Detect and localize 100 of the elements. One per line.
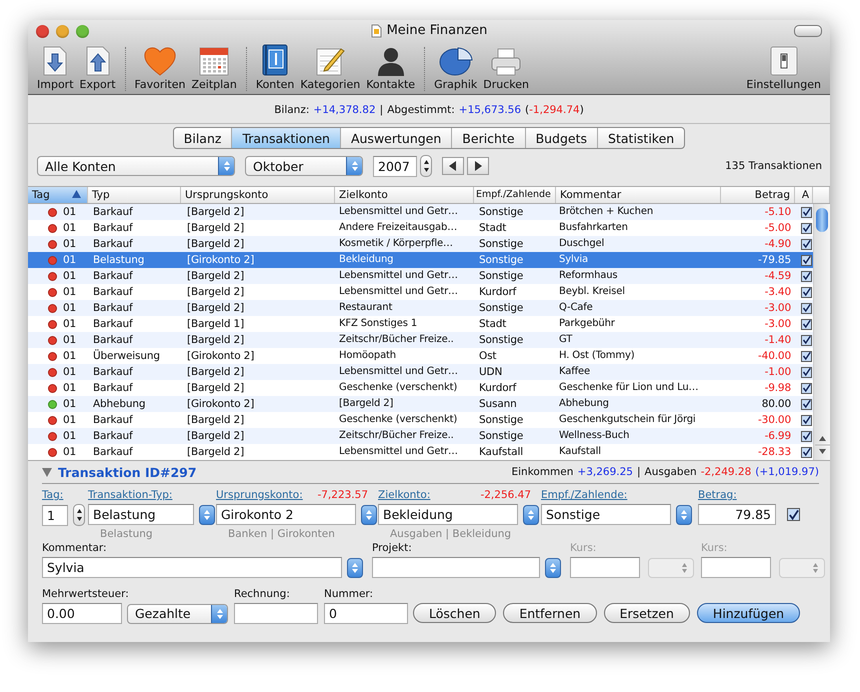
toolbar-toggle-button[interactable] [794, 25, 822, 37]
table-cell-text: [Bargeld 2] [186, 205, 246, 220]
toolbar-button[interactable]: Kategorien [297, 44, 364, 91]
checkbox[interactable] [801, 270, 812, 282]
project-field[interactable] [372, 557, 540, 578]
checkbox[interactable] [801, 254, 812, 266]
popup-arrows-button[interactable] [545, 558, 561, 578]
tab[interactable]: Budgets [524, 128, 598, 148]
payee-field[interactable]: Sonstige [541, 504, 671, 525]
column-header[interactable]: Kommentar [556, 187, 721, 203]
zoom-button[interactable] [76, 24, 89, 38]
tag-link[interactable]: Tag: [42, 489, 64, 504]
checkbox[interactable] [801, 430, 812, 442]
toolbar-button[interactable]: Zeitplan [188, 44, 240, 91]
table-cell-text: Kaufstall [558, 445, 602, 459]
action-button[interactable]: Entfernen [503, 603, 597, 623]
tab[interactable]: Statistiken [597, 128, 684, 148]
popup-arrows-button[interactable] [523, 504, 539, 524]
toolbar-button[interactable]: Favoriten [132, 44, 188, 91]
action-button[interactable]: Löschen [413, 603, 496, 623]
popup-arrows-button[interactable] [346, 157, 362, 175]
target-account-link[interactable]: Zielkonto: [378, 489, 430, 504]
table-cell-text: H. Ost (Tommy) [558, 349, 636, 363]
number-field[interactable]: 0 [324, 603, 408, 624]
checkbox[interactable] [801, 238, 812, 250]
toolbar-button[interactable]: Konten [252, 44, 298, 91]
tab[interactable]: Berichte [451, 128, 525, 148]
previous-button[interactable] [442, 157, 464, 175]
checkbox[interactable] [801, 206, 812, 218]
checkbox[interactable] [801, 318, 812, 330]
vat-field[interactable]: 0.00 [42, 603, 122, 624]
summary-label: Abgestimmt: [387, 104, 455, 116]
invoice-field[interactable] [234, 603, 318, 624]
popup-arrows-button[interactable] [676, 504, 692, 524]
checkbox[interactable] [801, 366, 812, 378]
checkbox[interactable] [801, 350, 812, 362]
comment-field[interactable]: Sylvia [42, 557, 342, 578]
column-header[interactable]: Empf./Zahlende [474, 187, 556, 203]
checkbox[interactable] [801, 334, 812, 346]
checkbox[interactable] [801, 286, 812, 298]
column-header[interactable]: A [795, 187, 813, 203]
payee-link[interactable]: Empf./Zahlende: [541, 489, 628, 504]
day-field[interactable]: 1 [42, 504, 68, 526]
check-icon [802, 382, 811, 394]
checkbox[interactable] [801, 414, 812, 426]
table-cell-text: Barkauf [92, 301, 134, 316]
scroll-thumb[interactable] [816, 208, 828, 232]
target-account-field[interactable]: Bekleidung [378, 504, 518, 525]
checkbox[interactable] [801, 222, 812, 234]
check-icon [802, 270, 811, 282]
month-popup[interactable]: Oktober [245, 156, 363, 176]
source-account-link[interactable]: Ursprungskonto: [216, 489, 303, 504]
column-header[interactable]: Betrag [721, 187, 795, 203]
table-cell-text: Lebensmittel und Getr… [338, 445, 459, 459]
vat-mode-popup[interactable]: Gezahlte [127, 604, 228, 624]
close-button[interactable] [36, 24, 49, 38]
table-cell-text: Ost [478, 349, 498, 364]
source-account-field[interactable]: Girokonto 2 [216, 504, 356, 525]
toolbar-button[interactable]: Einstellungen [743, 44, 824, 91]
toolbar-button[interactable]: Import [34, 44, 77, 91]
download-document-icon [42, 46, 68, 76]
account-balance: -2,256.47 [480, 489, 531, 503]
year-field[interactable]: 2007 [373, 156, 417, 176]
popup-arrows-button[interactable] [347, 558, 363, 578]
checkbox[interactable] [801, 302, 812, 314]
next-button[interactable] [467, 157, 489, 175]
checkbox[interactable] [801, 398, 812, 410]
action-button[interactable]: Hinzufügen [696, 603, 800, 623]
type-link[interactable]: Transaktion-Typ: [88, 489, 172, 504]
day-stepper[interactable] [73, 504, 85, 526]
toolbar-button[interactable]: Export [76, 44, 119, 91]
checkbox[interactable] [801, 382, 812, 394]
disclosure-triangle-icon[interactable] [42, 468, 52, 476]
popup-arrows-button[interactable] [218, 157, 234, 175]
popup-arrows-button[interactable] [199, 504, 215, 524]
account-popup[interactable]: Alle Konten [37, 156, 235, 176]
column-header[interactable]: Ursprungskonto [181, 187, 335, 203]
tab[interactable]: Auswertungen [340, 128, 452, 148]
amount-field[interactable]: 79.85 [698, 504, 776, 525]
popup-arrows-button[interactable] [211, 604, 227, 622]
tab[interactable]: Transaktionen [231, 128, 340, 148]
year-stepper[interactable] [420, 155, 432, 177]
toolbar-button[interactable]: Drucken [480, 44, 532, 91]
popup-arrows-button[interactable] [361, 504, 377, 524]
column-header[interactable]: Tag [28, 187, 88, 203]
table-cell-text: [Bargeld 2] [186, 285, 246, 300]
rate-field[interactable] [570, 557, 640, 578]
type-field[interactable]: Belastung [88, 504, 194, 525]
toolbar-button[interactable]: Graphik [431, 44, 480, 91]
action-button[interactable]: Ersetzen [604, 603, 690, 623]
vertical-scrollbar[interactable] [813, 204, 830, 460]
tab[interactable]: Bilanz [174, 128, 232, 148]
checkbox[interactable] [787, 508, 800, 521]
checkbox[interactable] [801, 446, 812, 458]
table-cell-text: Abhebung [92, 397, 146, 412]
column-header[interactable]: Zielkonto [335, 187, 474, 203]
column-header[interactable]: Typ [88, 187, 181, 203]
toolbar-button[interactable]: Kontakte [363, 44, 418, 91]
amount-link[interactable]: Betrag: [698, 489, 737, 504]
rate-field[interactable] [701, 557, 771, 578]
